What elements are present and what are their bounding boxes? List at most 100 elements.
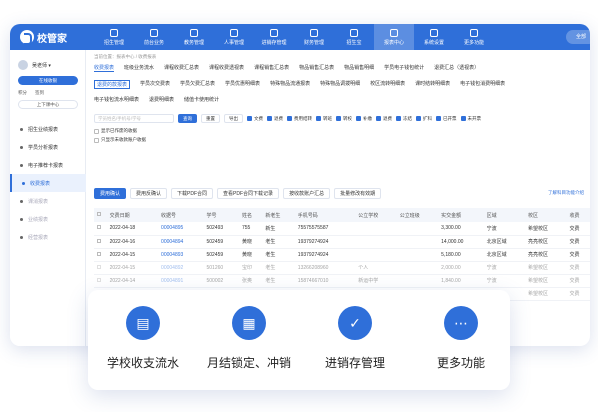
sidebar-item-5[interactable]: 业绩报表 [10, 210, 86, 228]
cell-receipt[interactable]: 00004894 [158, 235, 204, 249]
tab-tabs3-2[interactable]: 储值卡使用统计 [184, 96, 219, 103]
cell-receipt[interactable]: 00004892 [158, 261, 204, 275]
nav-item-7[interactable]: 报表中心 [374, 24, 414, 50]
tab-tabs2-4[interactable]: 特殊物品流通报表 [270, 80, 310, 89]
toolbar-button-5[interactable]: 批量修改有效期 [334, 188, 382, 199]
tab-tabs1-5[interactable]: 物品销售汇总表 [299, 64, 334, 72]
tab-tabs1-1[interactable]: 班级业务流水 [124, 64, 154, 72]
nav-item-2[interactable]: 教务管理 [174, 24, 214, 50]
nav-item-4[interactable]: 进销存管理 [254, 24, 294, 50]
filter-checkbox-1[interactable]: 退费 [267, 116, 283, 122]
sidebar-user[interactable]: 吴老师 ▾ [18, 60, 51, 70]
tab-tabs2-2[interactable]: 学员欠费汇总表 [180, 80, 215, 89]
help-link[interactable]: 了解科目功能介绍 [548, 190, 584, 196]
tab-tabs1-7[interactable]: 学员电子钱包统计 [384, 64, 424, 72]
row-checkbox[interactable] [97, 251, 101, 256]
filter-checkbox-6[interactable]: 退费 [376, 116, 392, 122]
user-menu-button[interactable]: 全部 [566, 30, 590, 44]
column-header: 收据号 [158, 208, 204, 222]
tab-tabs1-0[interactable]: 收费报表 [94, 64, 115, 72]
checkbox-icon [436, 116, 441, 121]
checkbox-icon [460, 116, 466, 121]
class-center-button[interactable]: 上下课中心 [18, 100, 78, 109]
cell-type: 老生 [262, 235, 295, 249]
row-checkbox[interactable] [97, 264, 101, 269]
sidebar-item-4[interactable]: 课消报表 [10, 192, 86, 210]
filter-checkbox-0[interactable]: 文费 [247, 116, 263, 122]
sidebar-item-3[interactable]: 收费报表 [10, 174, 86, 192]
nav-item-8[interactable]: 系统设置 [414, 24, 454, 50]
table-row[interactable]: 2022-04-16 00004894 502459 黄晓 老生 19379274924 1… [94, 235, 590, 249]
tab-tabs1-6[interactable]: 物品销售明细 [344, 64, 374, 72]
online-pay-button[interactable]: 在线收银 [18, 76, 78, 85]
toolbar-button-0[interactable]: 费用确认 [94, 188, 127, 199]
select-all-checkbox[interactable] [97, 212, 101, 216]
tab-tabs1-2[interactable]: 课程收费汇总表 [164, 64, 199, 72]
filter-checkbox-9[interactable]: 已开票 [436, 116, 457, 122]
tab-tabs1-8[interactable]: 退费汇总（透视表） [434, 64, 479, 72]
sidebar-item-1[interactable]: 学员分析报表 [10, 138, 86, 156]
cell-receipt[interactable]: 00004895 [158, 222, 204, 236]
tab-tabs3-0[interactable]: 电子钱包流水明细表 [94, 96, 139, 103]
nav-item-1[interactable]: 前台业务 [134, 24, 174, 50]
column-header: 手机号码 [294, 208, 356, 222]
nav-item-6[interactable]: 招生宝 [334, 24, 374, 50]
filter-checkbox-5[interactable]: 补缴 [356, 116, 372, 122]
table-row[interactable]: 2022-04-15 00004893 502459 黄晓 老生 19379274924 5… [94, 248, 590, 262]
points-link[interactable]: 积分 [18, 90, 27, 96]
tab-tabs3-1[interactable]: 退费明细表 [149, 96, 174, 103]
show-unpaid-checkbox[interactable]: 只显示未收款账户收据 [94, 137, 146, 143]
tab-tabs2-3[interactable]: 学员优惠明细表 [225, 80, 260, 89]
app-logo[interactable]: 校管家 [20, 30, 67, 45]
page: 校管家 招生管理 前台业务 教务管理 人事管理 进销存管理 财务管理 招生宝 报表中心 系统设置… [0, 0, 598, 412]
filter-checkbox-2[interactable]: 费用结转 [287, 116, 312, 122]
avatar [18, 60, 28, 70]
table-row[interactable]: 2022-04-14 00004891 500002 张奥 老生 15874667010 新… [94, 274, 590, 288]
sidebar-item-0[interactable]: 招生业绩报表 [10, 120, 86, 138]
filter-checkbox-4[interactable]: 转校 [336, 116, 352, 122]
sidebar-item-2[interactable]: 电子推荐卡报表 [10, 156, 86, 174]
filter-checkbox-10[interactable]: 未开票 [460, 116, 481, 122]
tab-tabs2-1[interactable]: 学员次交费表 [140, 80, 170, 89]
feature-3[interactable]: ⋯ 更多功能 [406, 306, 516, 371]
reset-button[interactable]: 重置 [201, 114, 220, 123]
tab-tabs2-6[interactable]: 校区流转明细表 [370, 80, 405, 89]
feature-1[interactable]: ▦ 月结锁定、冲销 [194, 306, 304, 371]
tab-tabs1-3[interactable]: 课程收费透视表 [209, 64, 244, 72]
feature-2[interactable]: ✓ 进销存管理 [300, 306, 410, 371]
toolbar-button-3[interactable]: 查看PDF合同下载记录 [217, 188, 280, 199]
sign-link[interactable]: 签到 [35, 90, 44, 96]
filter-checkbox-7[interactable]: 冻结 [396, 116, 412, 122]
tab-tabs2-0[interactable]: 退费的款报表 [94, 80, 131, 89]
toolbar-button-1[interactable]: 费用反确认 [130, 188, 168, 199]
cell-receipt[interactable]: 00004893 [158, 248, 204, 262]
tab-tabs1-4[interactable]: 课程销售汇总表 [254, 64, 289, 72]
show-voided-checkbox[interactable]: 显示已作废的收据 [94, 128, 146, 134]
nav-item-5[interactable]: 财务管理 [294, 24, 334, 50]
cell-name: 黄晓 [238, 235, 263, 249]
nav-icon [310, 28, 318, 37]
tab-tabs2-8[interactable]: 电子钱包消费明细表 [460, 80, 505, 89]
nav-item-3[interactable]: 人事管理 [214, 24, 254, 50]
nav-item-9[interactable]: 更多功能 [454, 24, 494, 50]
sidebar-item-6[interactable]: 经营报表 [10, 228, 86, 246]
toolbar-button-4[interactable]: 按收款账户汇总 [283, 188, 331, 199]
cell-cls [396, 261, 439, 275]
sidebar-item-label: 学员分析报表 [28, 144, 59, 151]
cell-receipt[interactable]: 00004891 [158, 274, 204, 288]
feature-0[interactable]: ▤ 学校收支流水 [88, 306, 198, 371]
nav-item-0[interactable]: 招生管理 [94, 24, 134, 50]
row-checkbox[interactable] [97, 238, 101, 243]
table-row[interactable]: 2022-04-18 00004895 502493 755 新生 75575575587… [94, 222, 590, 236]
row-checkbox[interactable] [97, 277, 101, 282]
table-row[interactable]: 2022-04-15 00004892 501260 宝印 老生 13266208960 个… [94, 261, 590, 275]
search-input[interactable]: 学员姓名/手机号/学号 [94, 114, 174, 123]
row-checkbox[interactable] [97, 225, 101, 230]
toolbar-button-2[interactable]: 下载PDF合同 [171, 188, 214, 199]
query-button[interactable]: 查询 [178, 114, 197, 123]
filter-checkbox-8[interactable]: 扩科 [416, 116, 432, 122]
export-button[interactable]: 导出 [224, 114, 243, 123]
filter-checkbox-3[interactable]: 转班 [316, 116, 332, 122]
tab-tabs2-7[interactable]: 课时结转明细表 [415, 80, 450, 89]
tab-tabs2-5[interactable]: 特殊物品调拨明细 [320, 80, 360, 89]
